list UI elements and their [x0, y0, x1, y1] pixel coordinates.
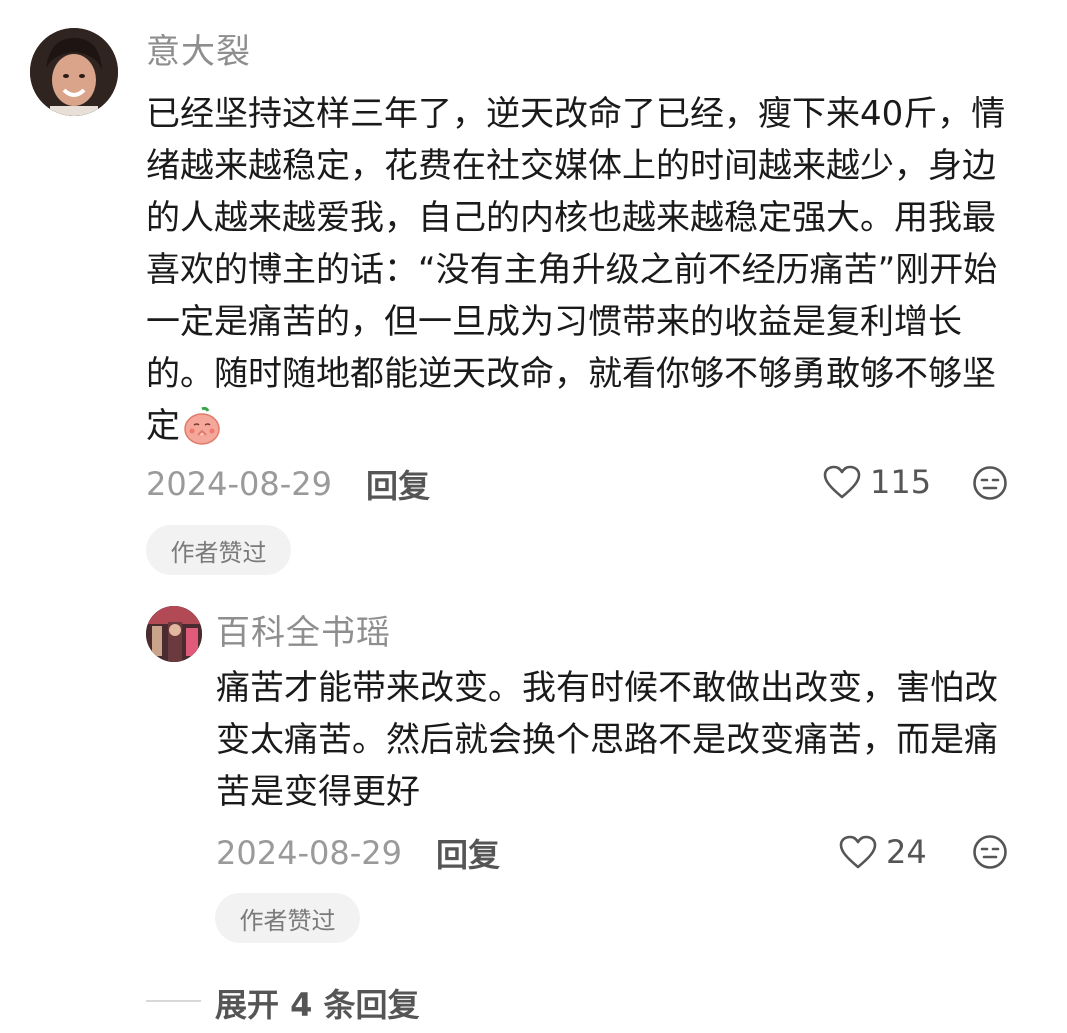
reply-date: 2024-08-29	[216, 834, 402, 872]
comment-thread: 意大裂 已经坚持这样三年了，逆天改命了已经，瘦下来40斤，情绪越来越稳定，花费在…	[0, 0, 1067, 1033]
expand-replies-button[interactable]: 展开 4 条回复	[215, 980, 420, 1026]
reply-text: 痛苦才能带来改变。我有时候不敢做出改变，害怕改变太痛苦。然后就会换个思路不是改变…	[216, 668, 998, 812]
heart-icon	[839, 835, 877, 869]
reply-username[interactable]: 百科全书瑶	[216, 605, 391, 654]
comment-date: 2024-08-29	[146, 465, 332, 503]
author-liked-badge: 作者赞过	[146, 525, 291, 575]
praying-peach-emoji-icon	[182, 405, 222, 445]
emoji-reaction-icon[interactable]	[972, 834, 1008, 870]
reply-avatar[interactable]	[146, 606, 202, 662]
username[interactable]: 意大裂	[146, 24, 251, 73]
reply-reply-button[interactable]: 回复	[436, 830, 500, 876]
avatar[interactable]	[30, 28, 118, 116]
emoji-reaction-icon[interactable]	[972, 465, 1008, 501]
comment-text: 已经坚持这样三年了，逆天改命了已经，瘦下来40斤，情绪越来越稳定，花费在社交媒体…	[146, 88, 1016, 452]
comment-meta: 2024-08-29 回复	[146, 461, 430, 507]
reply-like-button[interactable]: 24	[838, 833, 927, 871]
reply-button[interactable]: 回复	[366, 461, 430, 507]
like-button[interactable]: 115	[822, 463, 931, 501]
reply-meta: 2024-08-29 回复	[216, 830, 500, 876]
like-count: 115	[870, 463, 932, 501]
heart-icon	[823, 465, 861, 499]
reply-like-count: 24	[886, 833, 927, 871]
divider	[146, 1000, 201, 1002]
reply-author-liked-badge: 作者赞过	[215, 893, 360, 943]
comment-text-content: 已经坚持这样三年了，逆天改命了已经，瘦下来40斤，情绪越来越稳定，花费在社交媒体…	[146, 94, 1006, 446]
